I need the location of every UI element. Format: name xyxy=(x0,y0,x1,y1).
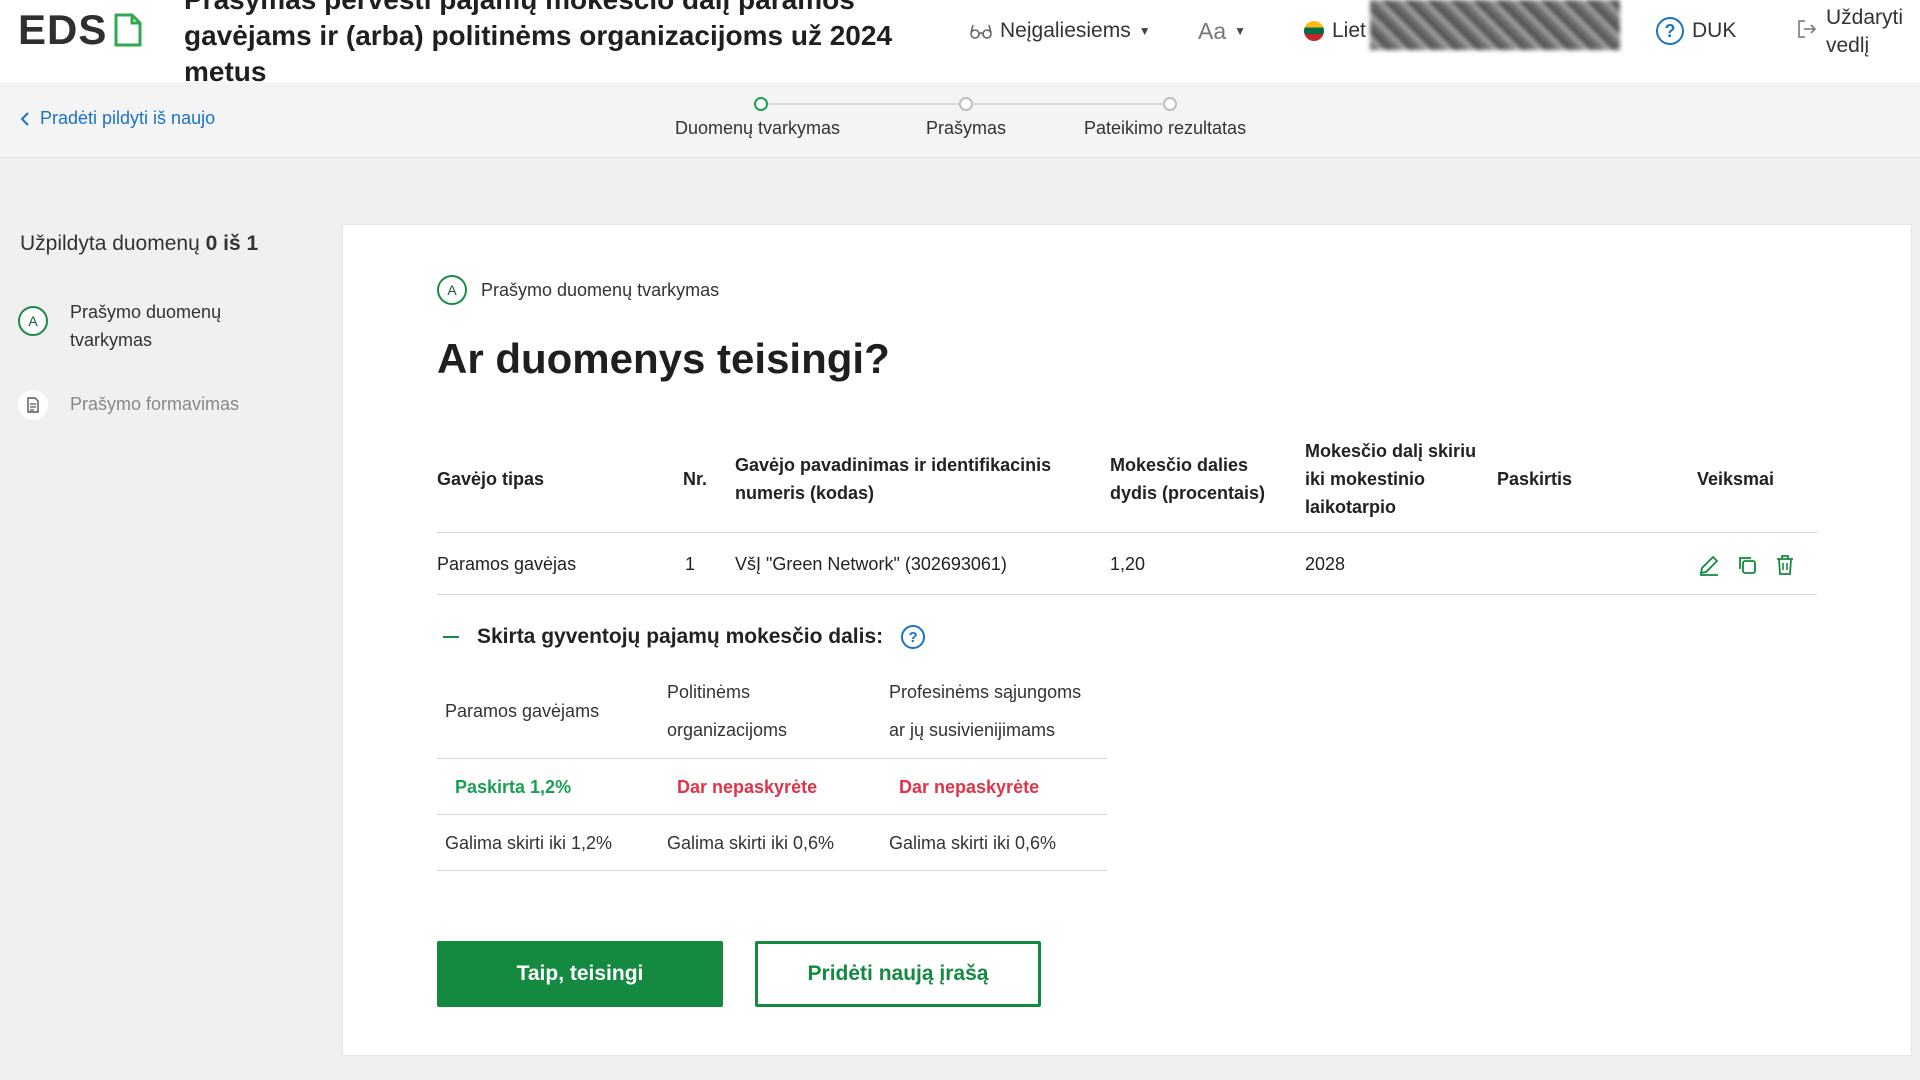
table-header: Gavėjo tipas Nr. Gavėjo pavadinimas ir i… xyxy=(437,425,1817,533)
exit-icon xyxy=(1798,20,1817,38)
status-unions: Dar nepaskyrėte xyxy=(899,777,1040,797)
main-card: A Prašymo duomenų tvarkymas Ar duomenys … xyxy=(342,224,1912,1056)
cell-number: 1 xyxy=(685,554,696,574)
copy-icon[interactable] xyxy=(1735,553,1759,577)
col-actions: Veiksmai xyxy=(1697,468,1775,489)
confirm-button[interactable]: Taip, teisingi xyxy=(437,941,723,1007)
limit-political: Galima skirti iki 0,6% xyxy=(667,833,835,853)
eds-logo[interactable]: EDS xyxy=(18,6,143,53)
language-label: Liet xyxy=(1332,19,1366,42)
restart-link[interactable]: Pradėti pildyti iš naujo xyxy=(20,108,215,129)
faq-label: DUK xyxy=(1692,19,1737,42)
limit-recipients: Galima skirti iki 1,2% xyxy=(445,833,613,853)
restart-label: Pradėti pildyti iš naujo xyxy=(40,108,216,128)
step-dot-3 xyxy=(1163,97,1177,111)
trash-icon[interactable] xyxy=(1773,553,1797,577)
close-wizard-button[interactable]: Uždaryti vedlį xyxy=(1796,4,1920,60)
accessibility-label: Neįgaliesiems xyxy=(1000,19,1131,42)
step-bar: Pradėti pildyti iš naujo Duomenų tvarkym… xyxy=(0,82,1920,158)
step-dot-2 xyxy=(959,97,973,111)
col-purpose: Paskirtis xyxy=(1497,468,1573,489)
summary-status-row: Paskirta 1,2% Dar nepaskyrėte Dar nepask… xyxy=(437,759,1107,815)
font-size-label: Aa xyxy=(1198,17,1227,44)
section-a-badge: A xyxy=(437,275,467,305)
step-dot-1 xyxy=(754,97,768,111)
chevron-left-icon xyxy=(20,111,29,126)
summary-toggle[interactable]: Skirta gyventojų pajamų mokesčio dalis: … xyxy=(443,625,926,649)
cell-recipient-name: VšĮ "Green Network" (302693061) xyxy=(735,554,1007,574)
document-icon xyxy=(18,390,48,420)
table-row: Paramos gavėjas 1 VšĮ "Green Network" (3… xyxy=(437,533,1817,595)
cell-share-size: 1,20 xyxy=(1110,554,1146,574)
summary-col-political: Politinėms organizacijoms xyxy=(667,681,788,740)
col-recipient-type: Gavėjo tipas xyxy=(437,468,545,489)
top-header: EDS Prašymas pervesti pajamų mokesčio da… xyxy=(0,0,1920,87)
chevron-down-icon: ▼ xyxy=(1138,24,1151,38)
document-logo-icon xyxy=(114,13,142,47)
glasses-icon xyxy=(970,24,992,39)
add-record-button[interactable]: Pridėti naują įrašą xyxy=(755,941,1041,1007)
sidebar-progress: Užpildyta duomenų 0 iš 1 xyxy=(20,232,258,256)
font-size-menu[interactable]: Aa ▼ xyxy=(1198,16,1246,46)
summary-col-recipients: Paramos gavėjams xyxy=(445,700,600,721)
close-label: Uždaryti vedlį xyxy=(1826,6,1904,57)
col-until-period: Mokesčio dalį skiriu iki mokestinio laik… xyxy=(1305,440,1477,517)
summary-title-text: Skirta gyventojų pajamų mokesčio dalis: xyxy=(477,625,884,648)
question-icon: ? xyxy=(1656,17,1684,45)
question-icon[interactable]: ? xyxy=(901,625,926,649)
status-recipients: Paskirta 1,2% xyxy=(455,777,572,797)
section-tag: A Prašymo duomenų tvarkymas xyxy=(437,275,719,305)
col-share-size: Mokesčio dalies dydis (procentais) xyxy=(1110,454,1266,503)
accessibility-menu[interactable]: Neįgaliesiems ▼ xyxy=(970,16,1151,46)
summary-header: Paramos gavėjams Politinėms organizacijo… xyxy=(437,663,1107,759)
page-title: Ar duomenys teisingi? xyxy=(437,335,890,382)
summary-table: Paramos gavėjams Politinėms organizacijo… xyxy=(437,663,1107,871)
row-actions xyxy=(1697,553,1797,577)
recipients-table: Gavėjo tipas Nr. Gavėjo pavadinimas ir i… xyxy=(437,425,1817,595)
edit-icon[interactable] xyxy=(1697,553,1721,577)
chevron-down-icon: ▼ xyxy=(1234,24,1247,38)
lithuania-flag-icon xyxy=(1304,21,1324,41)
progress-prefix: Užpildyta duomenų xyxy=(20,232,200,255)
col-recipient-name: Gavėjo pavadinimas ir identifikacinis nu… xyxy=(735,454,1052,503)
summary-col-unions: Profesinėms sąjungoms ar jų susivienijim… xyxy=(889,681,1082,740)
progress-value: 0 iš 1 xyxy=(205,232,259,255)
sidebar-item-data-management[interactable]: A Prašymo duomenų tvarkymas xyxy=(18,298,240,354)
step-label-2[interactable]: Prašymas xyxy=(926,118,1006,139)
collapse-icon xyxy=(443,636,459,638)
section-a-badge: A xyxy=(18,306,48,336)
step-label-3[interactable]: Pateikimo rezultatas xyxy=(1084,118,1246,139)
faq-link[interactable]: ? DUK xyxy=(1656,16,1736,46)
limit-unions: Galima skirti iki 0,6% xyxy=(889,833,1057,853)
section-label: Prašymo duomenų tvarkymas xyxy=(481,279,720,300)
cell-recipient-type: Paramos gavėjas xyxy=(437,554,577,574)
cell-until-period: 2028 xyxy=(1305,554,1346,574)
sidebar-item-label: Prašymo duomenų tvarkymas xyxy=(70,302,222,350)
redacted-user-area xyxy=(1370,0,1620,50)
status-political: Dar nepaskyrėte xyxy=(677,777,818,797)
logo-text: EDS xyxy=(18,6,108,53)
sidebar-item-label: Prašymo formavimas xyxy=(70,394,240,414)
document-title: Prašymas pervesti pajamų mokesčio dalį p… xyxy=(184,0,893,87)
summary-limits-row: Galima skirti iki 1,2% Galima skirti iki… xyxy=(437,815,1107,871)
sidebar-item-form-generation[interactable]: Prašymo formavimas xyxy=(18,390,240,420)
step-label-1[interactable]: Duomenų tvarkymas xyxy=(675,118,840,139)
col-number: Nr. xyxy=(683,468,708,489)
language-menu[interactable]: Liet xyxy=(1304,16,1366,46)
